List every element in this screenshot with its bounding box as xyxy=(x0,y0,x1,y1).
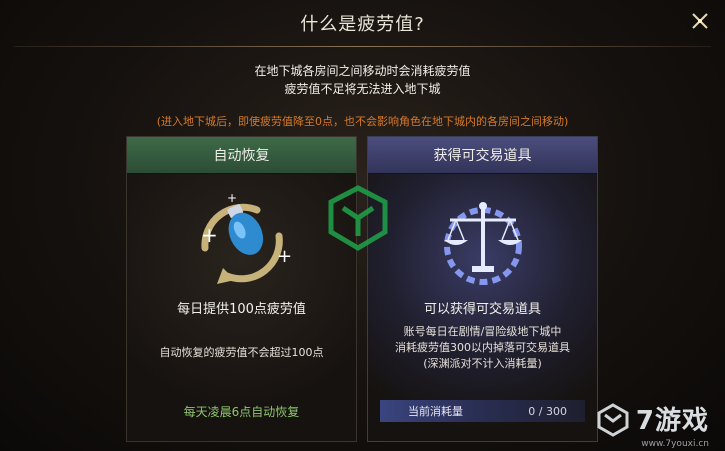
tradeable-detail-2: 消耗疲劳值300以内掉落可交易道具 xyxy=(395,341,570,354)
fatigue-info-dialog: 什么是疲劳值? 在地下城各房间之间移动时会消耗疲劳值 疲劳值不足将无法进入地下城… xyxy=(0,0,725,451)
description-line-1: 在地下城各房间之间移动时会消耗疲劳值 xyxy=(254,64,471,78)
brand-name: 7游戏 xyxy=(635,406,709,436)
brand-logo-icon xyxy=(597,403,629,437)
svg-text:+: + xyxy=(277,246,292,267)
auto-recover-daily: 每日提供100点疲劳值 xyxy=(177,302,306,317)
dialog-title: 什么是疲劳值? xyxy=(300,14,425,35)
auto-recover-body: + + + 每日提供100点疲劳值 自动恢复的疲劳值不会超过100点 每天凌晨6… xyxy=(127,174,356,441)
brand-url: www.7youxi.cn xyxy=(641,439,709,449)
tradeable-headline: 可以获得可交易道具 xyxy=(423,302,541,317)
auto-recover-card: 自动恢复 + + + 每日提供100点疲劳值 自动恢复的疲劳值不会超过100点 … xyxy=(126,136,357,442)
consumption-value: 0 / 300 xyxy=(528,404,567,418)
tradeable-title: 获得可交易道具 xyxy=(368,137,597,173)
tradeable-card: 获得可交易道具 可以获得可交易道具 账号每日在剧情/冒险级地下城中 消耗疲劳值3… xyxy=(367,136,598,442)
tradeable-details: 账号每日在剧情/冒险级地下城中 消耗疲劳值300以内掉落可交易道具 (深渊派对不… xyxy=(368,324,597,372)
tradeable-detail-3: (深渊派对不计入消耗量) xyxy=(423,357,542,370)
title-divider xyxy=(14,46,711,47)
close-icon xyxy=(692,13,708,29)
tradeable-detail-1: 账号每日在剧情/冒险级地下城中 xyxy=(403,325,562,338)
auto-recover-limit: 自动恢复的疲劳值不会超过100点 xyxy=(159,346,324,359)
scales-gear-icon xyxy=(428,188,538,288)
description: 在地下城各房间之间移动时会消耗疲劳值 疲劳值不足将无法进入地下城 xyxy=(0,62,725,98)
description-note: (进入地下城后，即使疲劳值降至0点，也不会影响角色在地下城内的各房间之间移动) xyxy=(156,115,569,128)
svg-text:+: + xyxy=(201,223,218,247)
tradeable-body: 可以获得可交易道具 账号每日在剧情/冒险级地下城中 消耗疲劳值300以内掉落可交… xyxy=(368,174,597,441)
consumption-progress: 当前消耗量 0 / 300 xyxy=(380,400,585,422)
description-line-2: 疲劳值不足将无法进入地下城 xyxy=(284,82,441,96)
brand-watermark: 7游戏 www.7youxi.cn xyxy=(596,400,709,449)
close-button[interactable] xyxy=(687,8,713,34)
watermark-logo-icon xyxy=(328,185,388,251)
auto-recover-time: 每天凌晨6点自动恢复 xyxy=(183,405,300,419)
potion-recover-icon: + + + xyxy=(187,188,297,288)
auto-recover-title: 自动恢复 xyxy=(127,137,356,173)
consumption-label: 当前消耗量 xyxy=(408,405,463,418)
svg-text:+: + xyxy=(227,191,237,205)
